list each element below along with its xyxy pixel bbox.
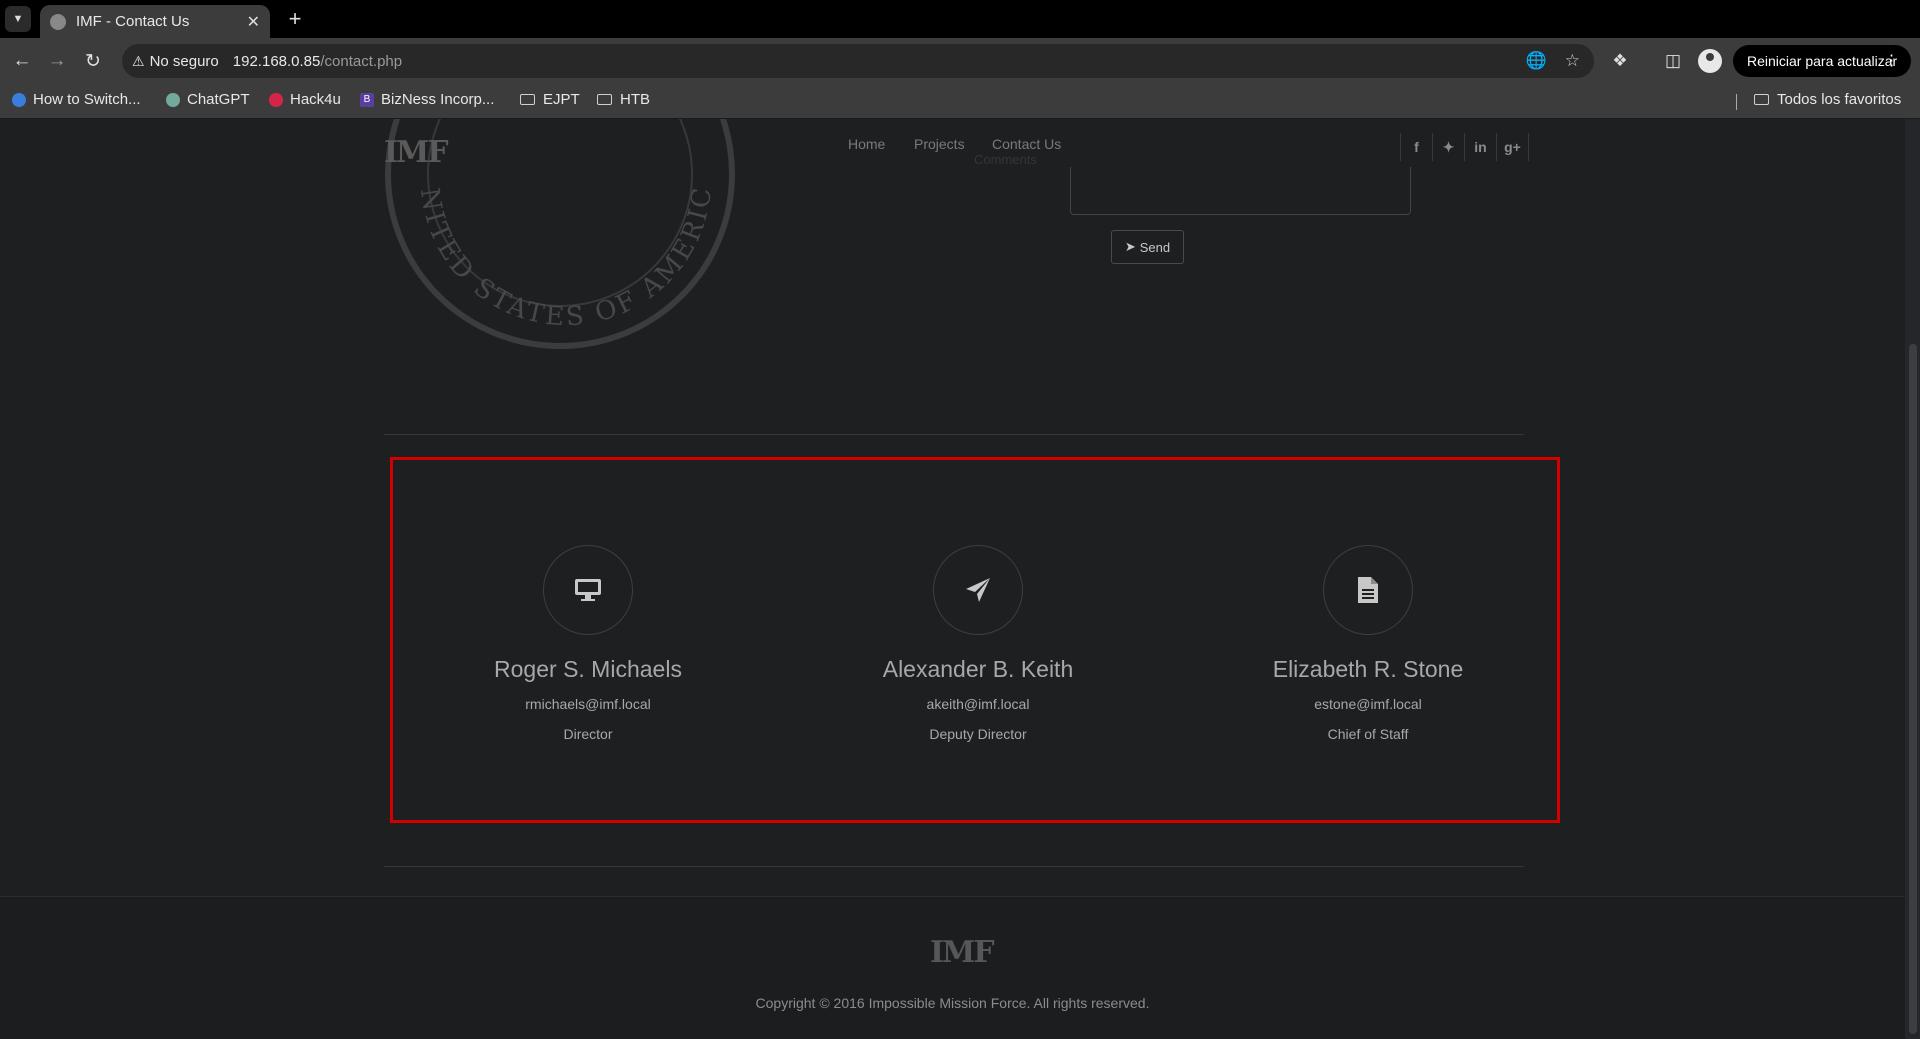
bookmark-folder[interactable]: HTB [597,91,650,108]
new-tab-button[interactable]: + [282,6,308,32]
warning-icon: ⚠ [132,52,145,69]
folder-icon [597,94,612,105]
bookmark-item[interactable]: ChatGPT [166,91,250,108]
bookmark-item[interactable]: Hack4u [269,91,341,108]
paper-plane-icon: ➤ [1124,239,1136,254]
hack4u-icon [269,92,283,107]
update-button-label: Reiniciar para actualizar [1747,53,1898,69]
bookmark-item[interactable]: B BizNess Incorp... [360,91,494,108]
comments-label: Comments [974,152,1037,167]
bookmark-label: How to Switch... [33,91,141,108]
tab-title: IMF - Contact Us [76,13,190,30]
contact-email[interactable]: akeith@imf.local [783,696,1173,712]
bookmark-label: EJPT [543,91,580,108]
social-links: f ✦ in g+ [1400,133,1529,161]
bookmark-label: Todos los favoritos [1777,91,1902,108]
contact-role: Deputy Director [929,726,1027,742]
bookmark-label: BizNess Incorp... [381,91,495,108]
tab-list-button[interactable]: ▼ [5,6,31,32]
copyright-text: Copyright © 2016 Impossible Mission Forc… [755,995,1150,1011]
bookmark-label: Hack4u [290,91,341,108]
site-logo[interactable]: IMF [384,135,449,170]
menu-dots-icon[interactable]: ⋮ [1884,51,1899,69]
page-scrollbar[interactable] [1905,119,1920,1039]
contact-role: Director [563,726,613,742]
send-button[interactable]: ➤ Send [1111,230,1184,264]
extensions-icon[interactable]: ❖ [1607,48,1633,74]
close-icon[interactable]: ✕ [247,12,260,32]
folder-icon [520,94,535,105]
bookmark-folder[interactable]: EJPT [520,91,580,108]
url-host: 192.168.0.85 [232,52,321,70]
monitor-icon [543,545,633,635]
nav-contact-us[interactable]: Contact Us [992,136,1061,152]
back-icon[interactable]: ← [9,48,35,74]
twitter-icon[interactable]: ✦ [1433,133,1465,161]
bookmark-favicon-icon [12,92,26,107]
contact-name: Elizabeth R. Stone [1272,656,1464,682]
globe-icon [50,13,66,30]
address-bar[interactable]: ⚠ No seguro 192.168.0.85/contact.php 🌐 ☆ [122,44,1594,78]
send-button-label: Send [1139,239,1171,255]
bookmarks-separator [1736,94,1737,110]
bookmark-label: ChatGPT [187,91,250,108]
security-label: No seguro [149,52,219,70]
bookmark-label: HTB [620,91,650,108]
bookmarks-bar: How to Switch... ChatGPT Hack4u B BizNess… [0,84,1920,119]
contact-email[interactable]: rmichaels@imf.local [393,696,783,712]
paper-plane-icon [933,545,1023,635]
linkedin-icon[interactable]: in [1465,133,1497,161]
translate-icon[interactable]: 🌐 [1526,51,1547,71]
site-footer: IMF Copyright © 2016 Impossible Mission … [0,896,1905,1039]
google-plus-icon[interactable]: g+ [1497,133,1529,161]
nav-projects[interactable]: Projects [914,136,965,152]
all-bookmarks-folder[interactable]: Todos los favoritos [1754,91,1901,108]
tab-strip: ▼ IMF - Contact Us ✕ + [0,0,1920,38]
scrollbar-thumb[interactable] [1909,344,1917,1034]
nav-home[interactable]: Home [848,136,885,152]
contact-email[interactable]: estone@imf.local [1173,696,1563,712]
divider-top [384,434,1524,435]
browser-toolbar: ← → ↻ ⚠ No seguro 192.168.0.85/contact.p… [0,38,1920,84]
url-path: /contact.php [320,52,403,70]
active-tab[interactable]: IMF - Contact Us ✕ [40,5,270,38]
reload-icon[interactable]: ↻ [80,48,106,74]
forward-icon[interactable]: → [44,48,70,74]
divider-bottom [384,866,1524,867]
security-chip[interactable]: ⚠ No seguro [132,53,219,70]
side-panel-icon[interactable]: ◫ [1660,48,1686,74]
contacts-section: Roger S. Michaels rmichaels@imf.local Di… [390,457,1560,823]
site-navbar: IMF Home Projects Contact Us f ✦ in g+ [0,119,1905,173]
contact-name: Alexander B. Keith [882,656,1074,682]
update-button[interactable]: Reiniciar para actualizar ⋮ [1733,45,1911,77]
bizness-icon: B [360,92,374,107]
folder-icon [1754,94,1769,105]
bookmark-item[interactable]: How to Switch... [12,91,141,108]
comments-textarea[interactable] [1070,167,1411,215]
document-icon [1323,545,1413,635]
contact-role: Chief of Staff [1327,726,1409,742]
profile-avatar[interactable] [1698,49,1722,73]
facebook-icon[interactable]: f [1401,133,1433,161]
star-icon[interactable]: ☆ [1565,51,1580,71]
page-content: UNITED STATES OF AMERICA IMF Home Projec… [0,119,1905,1039]
footer-logo: IMF [930,935,995,970]
contact-name: Roger S. Michaels [494,656,682,682]
chatgpt-icon [166,92,180,107]
